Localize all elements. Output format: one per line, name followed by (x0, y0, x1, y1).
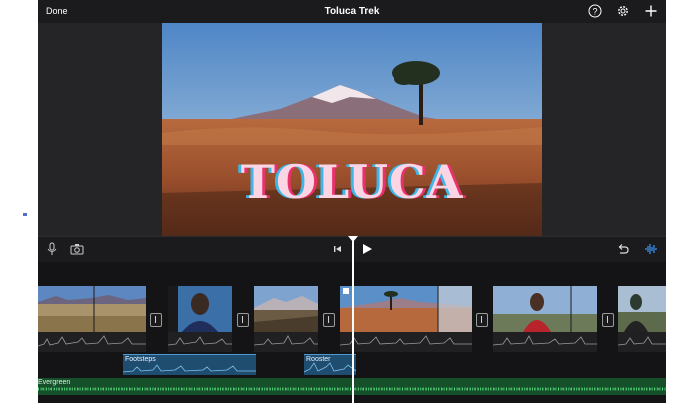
clip-audio-waveform (618, 332, 666, 352)
clip-audio-waveform (254, 332, 318, 352)
camera-icon[interactable] (70, 242, 84, 256)
video-viewer: TOLUCA (38, 23, 666, 236)
project-title: Toluca Trek (324, 6, 380, 17)
clip-audio-waveform (38, 332, 146, 352)
clip-thumbnails (38, 286, 146, 332)
play-icon[interactable] (360, 242, 374, 256)
clip-audio-waveform (168, 332, 232, 352)
clip-thumbnails (618, 286, 666, 332)
audio-waveform-icon[interactable] (644, 242, 658, 256)
video-clip[interactable] (38, 286, 146, 352)
video-clip[interactable] (254, 286, 318, 352)
clip-thumbnails (493, 286, 597, 332)
title-overlay: TOLUCA (240, 155, 464, 209)
playhead[interactable] (352, 236, 354, 403)
video-clip[interactable] (168, 286, 232, 352)
clip-audio-waveform (340, 332, 472, 352)
video-clip[interactable] (493, 286, 597, 352)
transition-button[interactable] (476, 313, 488, 327)
microphone-icon[interactable] (45, 242, 59, 256)
help-icon[interactable]: ? (588, 4, 602, 18)
clip-thumbnails (254, 286, 318, 332)
right-margin (666, 0, 700, 403)
transition-button[interactable] (323, 313, 335, 327)
clip-thumbnails (340, 286, 472, 332)
undo-icon[interactable] (616, 242, 630, 256)
music-track-label: Evergreen (38, 379, 71, 386)
svg-text:?: ? (592, 7, 597, 17)
video-clip[interactable] (340, 286, 472, 352)
transition-button[interactable] (602, 313, 614, 327)
side-marker (23, 213, 27, 216)
gear-icon[interactable] (616, 4, 630, 18)
top-toolbar: Done Toluca Trek ? (38, 0, 666, 23)
video-preview[interactable]: TOLUCA (162, 23, 542, 236)
transition-button[interactable] (150, 313, 162, 327)
sound-effect-clip[interactable]: Rooster (304, 354, 356, 375)
transition-button[interactable] (237, 313, 249, 327)
plus-icon[interactable] (644, 4, 658, 18)
left-margin (0, 0, 38, 403)
clip-audio-waveform (493, 332, 597, 352)
clip-thumbnails (168, 286, 232, 332)
sound-effect-clip[interactable]: Footsteps (123, 354, 256, 375)
skip-to-start-icon[interactable] (331, 242, 345, 256)
playhead-knob[interactable] (348, 236, 358, 242)
video-clip[interactable] (618, 286, 666, 352)
